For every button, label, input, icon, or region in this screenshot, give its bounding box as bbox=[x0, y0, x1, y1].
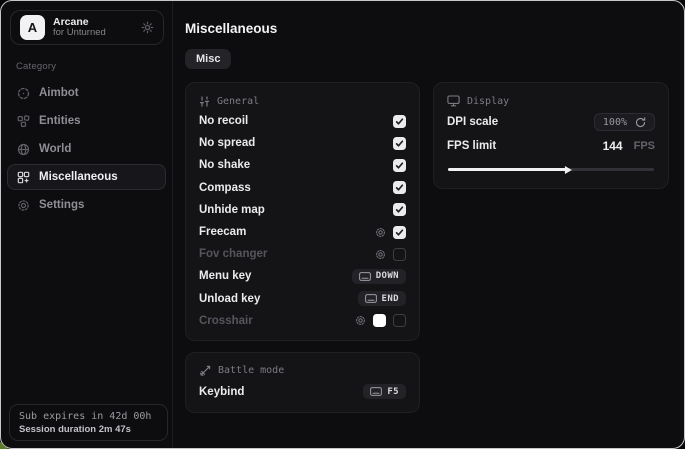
sidebar: A Arcane for Unturned Category bbox=[1, 1, 173, 448]
monitor-icon bbox=[447, 95, 460, 107]
crosshair-scan-icon bbox=[17, 87, 30, 100]
unhide-map-checkbox[interactable] bbox=[393, 203, 406, 216]
sidebar-nav: Aimbot Entities bbox=[1, 78, 172, 218]
sidebar-item-label: Aimbot bbox=[39, 87, 79, 99]
crosshair-settings-gear-icon[interactable] bbox=[355, 315, 366, 326]
brand-settings-gear-icon[interactable] bbox=[141, 21, 154, 34]
setting-row-no-spread: No spread bbox=[199, 132, 406, 154]
sidebar-item-miscellaneous[interactable]: Miscellaneous bbox=[7, 164, 166, 190]
sidebar-item-entities[interactable]: Entities bbox=[7, 108, 166, 134]
sidebar-item-label: Settings bbox=[39, 199, 84, 211]
freecam-checkbox[interactable] bbox=[393, 226, 406, 239]
check-icon bbox=[395, 139, 404, 148]
check-icon bbox=[395, 161, 404, 170]
freecam-settings-gear-icon[interactable] bbox=[375, 227, 386, 238]
display-card: Display DPI scale 100% bbox=[433, 82, 669, 189]
setting-row-freecam: Freecam bbox=[199, 221, 406, 243]
no-spread-checkbox[interactable] bbox=[393, 137, 406, 150]
setting-row-dpi-scale: DPI scale 100% bbox=[447, 110, 655, 134]
setting-row-menu-key: Menu key DOWN bbox=[199, 265, 406, 287]
brand-logo: A bbox=[20, 15, 45, 40]
unload-key-keybind-button[interactable]: END bbox=[358, 291, 406, 306]
dpi-reset-icon[interactable] bbox=[635, 117, 646, 128]
dpi-scale-value: 100% bbox=[603, 117, 627, 128]
keyboard-icon bbox=[359, 272, 371, 281]
setting-row-unhide-map: Unhide map bbox=[199, 199, 406, 221]
page-title: Miscellaneous bbox=[185, 21, 669, 36]
battle-mode-card: Battle mode Keybind F5 bbox=[185, 352, 420, 413]
sidebar-item-settings[interactable]: Settings bbox=[7, 192, 166, 218]
setting-row-unload-key: Unload key END bbox=[199, 288, 406, 310]
setting-row-battle-keybind: Keybind F5 bbox=[199, 380, 406, 404]
crosshair-color-swatch[interactable] bbox=[373, 314, 386, 327]
session-duration-text: Session duration 2m 47s bbox=[19, 424, 158, 435]
crosshair-checkbox[interactable] bbox=[393, 314, 406, 327]
compass-checkbox[interactable] bbox=[393, 181, 406, 194]
battle-keybind-button[interactable]: F5 bbox=[363, 384, 406, 399]
check-icon bbox=[395, 205, 404, 214]
subscription-expiry-text: Sub expires in 42d 00h bbox=[19, 411, 158, 422]
subscription-info-box: Sub expires in 42d 00h Session duration … bbox=[9, 404, 168, 441]
fov-changer-settings-gear-icon[interactable] bbox=[375, 249, 386, 260]
no-recoil-checkbox[interactable] bbox=[393, 115, 406, 128]
fps-limit-value: 144 bbox=[603, 139, 623, 153]
grid-icon bbox=[17, 171, 30, 184]
sidebar-item-world[interactable]: World bbox=[7, 136, 166, 162]
setting-row-fps-limit: FPS limit 144FPS bbox=[447, 134, 655, 158]
sidebar-item-label: World bbox=[39, 143, 71, 155]
check-icon bbox=[395, 183, 404, 192]
globe-icon bbox=[17, 143, 30, 156]
general-card-title: General bbox=[217, 96, 259, 107]
swords-icon bbox=[199, 365, 211, 377]
check-icon bbox=[395, 228, 404, 237]
gear-icon bbox=[17, 199, 30, 212]
sidebar-item-label: Entities bbox=[39, 115, 81, 127]
general-card: General No recoil No spread bbox=[185, 82, 420, 341]
tab-misc[interactable]: Misc bbox=[185, 49, 231, 69]
keyboard-icon bbox=[370, 387, 382, 396]
fps-slider-thumb[interactable] bbox=[565, 166, 572, 174]
fps-limit-unit: FPS bbox=[634, 140, 655, 152]
setting-row-crosshair: Crosshair bbox=[199, 310, 406, 332]
fps-limit-slider[interactable] bbox=[448, 168, 654, 171]
setting-row-fov-changer: Fov changer bbox=[199, 243, 406, 265]
menu-key-keybind-button[interactable]: DOWN bbox=[352, 269, 406, 284]
display-card-title: Display bbox=[467, 96, 509, 107]
app-window: A Arcane for Unturned Category bbox=[0, 0, 685, 449]
setting-row-no-shake: No shake bbox=[199, 154, 406, 176]
keyboard-icon bbox=[365, 294, 377, 303]
brand-header: A Arcane for Unturned bbox=[10, 10, 164, 45]
setting-row-compass: Compass bbox=[199, 177, 406, 199]
category-label: Category bbox=[16, 61, 172, 72]
fps-slider-fill bbox=[448, 168, 567, 171]
entities-icon bbox=[17, 115, 30, 128]
dpi-scale-control[interactable]: 100% bbox=[594, 113, 655, 131]
check-icon bbox=[395, 117, 404, 126]
setting-row-no-recoil: No recoil bbox=[199, 110, 406, 132]
brand-subtitle: for Unturned bbox=[53, 28, 106, 39]
battle-mode-card-title: Battle mode bbox=[218, 365, 284, 376]
sidebar-item-label: Miscellaneous bbox=[39, 171, 118, 183]
sliders-icon bbox=[199, 96, 210, 107]
no-shake-checkbox[interactable] bbox=[393, 159, 406, 172]
sidebar-item-aimbot[interactable]: Aimbot bbox=[7, 80, 166, 106]
main-panel: Miscellaneous Misc General No rec bbox=[173, 1, 685, 448]
fov-changer-checkbox[interactable] bbox=[393, 248, 406, 261]
